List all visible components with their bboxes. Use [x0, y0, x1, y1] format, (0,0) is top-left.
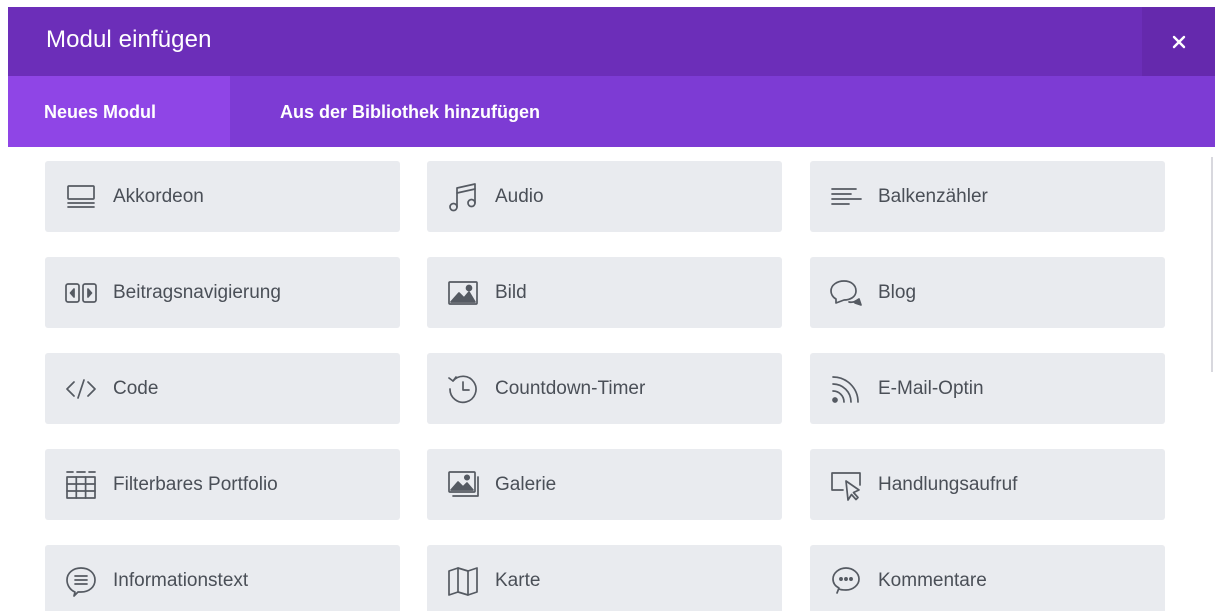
countdown-clock-icon: [445, 371, 481, 407]
module-label: Beitragsnavigierung: [113, 282, 281, 303]
grid-filter-icon: [63, 467, 99, 503]
module-label: Blog: [878, 282, 917, 303]
module-informationstext[interactable]: Informationstext: [45, 545, 400, 611]
module-label: Audio: [495, 186, 544, 207]
module-beitragsnavigierung[interactable]: Beitragsnavigierung: [45, 257, 400, 328]
module-label: Code: [113, 378, 159, 399]
module-label: Filterbares Portfolio: [113, 474, 278, 495]
module-karte[interactable]: Karte: [427, 545, 782, 611]
text-bubble-icon: [63, 563, 99, 599]
module-label: Informationstext: [113, 570, 249, 591]
rss-icon: [828, 371, 864, 407]
module-audio[interactable]: Audio: [427, 161, 782, 232]
module-akkordeon[interactable]: Akkordeon: [45, 161, 400, 232]
music-note-icon: [445, 179, 481, 215]
module-label: Balkenzähler: [878, 186, 988, 207]
module-label: Galerie: [495, 474, 557, 495]
module-kommentare[interactable]: Kommentare: [810, 545, 1165, 611]
bar-counter-icon: [828, 179, 864, 215]
insert-module-dialog: Modul einfügen Neues Modul Aus der Bibli…: [8, 7, 1215, 611]
tab-bar: Neues Modul Aus der Bibliothek hinzufüge…: [8, 76, 1215, 147]
close-button[interactable]: [1142, 7, 1215, 76]
module-grid: Akkordeon Audio Balkenzähler Beitragsnav…: [8, 147, 1215, 611]
dialog-title: Modul einfügen: [46, 26, 212, 53]
post-navigation-icon: [63, 275, 99, 311]
code-icon: [63, 371, 99, 407]
module-countdown-timer[interactable]: Countdown-Timer: [427, 353, 782, 424]
module-handlungsaufruf[interactable]: Handlungsaufruf: [810, 449, 1165, 520]
module-label: Countdown-Timer: [495, 378, 646, 399]
module-label: Karte: [495, 570, 541, 591]
chat-bubbles-icon: [828, 275, 864, 311]
accordion-icon: [63, 179, 99, 215]
map-icon: [445, 563, 481, 599]
module-email-optin[interactable]: E-Mail-Optin: [810, 353, 1165, 424]
module-label: E-Mail-Optin: [878, 378, 984, 399]
module-filterbares-portfolio[interactable]: Filterbares Portfolio: [45, 449, 400, 520]
module-label: Akkordeon: [113, 186, 204, 207]
module-code[interactable]: Code: [45, 353, 400, 424]
module-balkenzaehler[interactable]: Balkenzähler: [810, 161, 1165, 232]
comment-bubble-icon: [828, 563, 864, 599]
scrollbar[interactable]: [1211, 157, 1213, 372]
dialog-header: Modul einfügen: [8, 7, 1215, 76]
close-icon: [1172, 35, 1185, 48]
module-bild[interactable]: Bild: [427, 257, 782, 328]
module-galerie[interactable]: Galerie: [427, 449, 782, 520]
module-label: Bild: [495, 282, 527, 303]
gallery-icon: [445, 467, 481, 503]
module-label: Handlungsaufruf: [878, 474, 1018, 495]
image-icon: [445, 275, 481, 311]
module-blog[interactable]: Blog: [810, 257, 1165, 328]
tab-add-from-library[interactable]: Aus der Bibliothek hinzufügen: [280, 76, 540, 147]
pointer-click-icon: [828, 467, 864, 503]
module-label: Kommentare: [878, 570, 987, 591]
tab-new-module[interactable]: Neues Modul: [8, 76, 230, 147]
